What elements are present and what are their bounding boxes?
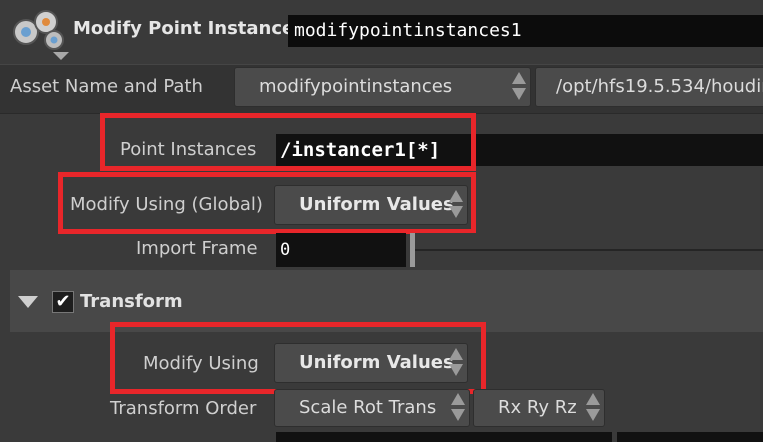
import-frame-field[interactable]: 0 (276, 233, 406, 267)
slider-groove (415, 249, 763, 251)
transform-order-label: Transform Order (110, 398, 257, 419)
node-title: Modify Point Instances (73, 18, 305, 39)
collapse-arrow-icon[interactable] (53, 52, 69, 60)
rotation-order-menu[interactable]: Rx Ry Rz (473, 389, 605, 427)
highlight-point-instances (100, 113, 476, 171)
rotation-order-value: Rx Ry Rz (498, 397, 577, 418)
highlight-modify-using-global (58, 172, 476, 234)
transform-section-label: Transform (80, 291, 183, 312)
updown-arrows-icon (512, 72, 526, 102)
updown-arrows-icon (586, 393, 600, 423)
node-name-field[interactable]: modifypointinstances1 (288, 15, 763, 47)
transform-checkbox[interactable]: ✔ (52, 291, 74, 313)
node-gears-icon (13, 10, 64, 50)
asset-path-value: /opt/hfs19.5.534/houdini (556, 76, 763, 97)
highlight-modify-using (110, 322, 486, 394)
asset-name-value: modifypointinstances (259, 76, 453, 97)
asset-name-menu[interactable]: modifypointinstances (234, 67, 531, 107)
translate-field[interactable] (276, 432, 612, 442)
updown-arrows-icon (451, 393, 465, 423)
transform-order-value: Scale Rot Trans (299, 397, 437, 418)
import-frame-label: Import Frame (136, 238, 258, 259)
asset-path-field[interactable]: /opt/hfs19.5.534/houdini (535, 67, 763, 107)
transform-order-menu[interactable]: Scale Rot Trans (274, 389, 470, 427)
translate-field-2[interactable] (617, 432, 763, 442)
slider-handle[interactable] (410, 233, 415, 267)
checkmark-icon: ✔ (55, 291, 71, 312)
expand-triangle-icon[interactable] (18, 296, 38, 308)
asset-label: Asset Name and Path (10, 76, 203, 97)
